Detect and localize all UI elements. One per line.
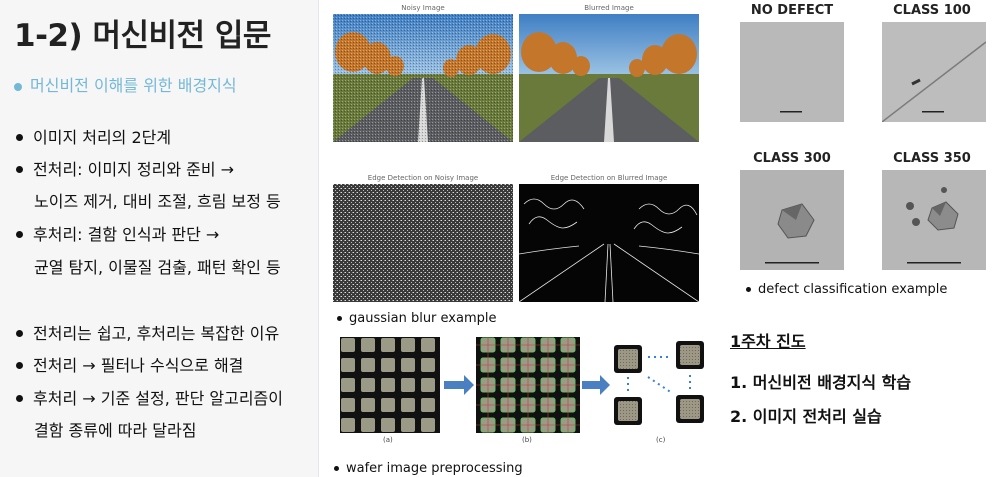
bullet-image-processing-stages: 이미지 처리의 2단계 [16, 124, 171, 148]
class-100-label: CLASS 100 [893, 3, 971, 18]
bullet-dot [334, 466, 339, 471]
progress-item-1: 1. 머신비전 배경지식 학습 [730, 373, 912, 392]
class-350-label: CLASS 350 [893, 151, 971, 166]
progress-title: 1주차 진도 [730, 332, 806, 351]
bullet-text: 전처리: 이미지 정리와 준비 → [33, 160, 235, 179]
bullet-postprocess-detail: 결함 종류에 따라 달라짐 [34, 421, 197, 440]
class-350-image [882, 170, 986, 270]
wafer-preprocessing-figure: (a) (b) (c) [338, 335, 728, 447]
bullet-postprocessing-detail: 균열 탐지, 이물질 검출, 패턴 확인 등 [34, 258, 281, 277]
no-defect-image [740, 22, 844, 122]
wafer-label-c: (c) [656, 436, 666, 444]
wafer-diagram [340, 337, 704, 433]
bullet-text: 후처리: 결함 인식과 판단 → [33, 225, 220, 244]
panel-divider [318, 0, 319, 477]
noisy-image-label: Noisy Image [401, 4, 445, 12]
bullet-dot [16, 330, 23, 337]
bullet-postprocessing: 후처리: 결함 인식과 판단 → [16, 221, 219, 245]
bullet-dot [16, 395, 23, 402]
bullet-dot [746, 287, 751, 292]
bullet-preprocessing: 전처리: 이미지 정리와 준비 → [16, 156, 234, 180]
edge-blurred-label: Edge Detection on Blurred Image [550, 174, 668, 182]
bullet-dot [16, 166, 23, 173]
edge-noisy-image: Edge Detection on Noisy Image [333, 174, 513, 302]
bullet-dot [16, 134, 23, 141]
bullet-dot [16, 362, 23, 369]
noisy-road-image: Noisy Image [333, 4, 513, 142]
bullet-dot [14, 82, 22, 91]
class-100-image [882, 22, 986, 122]
class-300-image [740, 170, 844, 270]
caption-text: gaussian blur example [349, 311, 497, 326]
defect-caption: defect classification example [746, 282, 947, 297]
bullet-why-complex: 전처리는 쉽고, 후처리는 복잡한 이유 [16, 320, 279, 344]
bullet-preprocessing-detail: 노이즈 제거, 대비 조절, 흐림 보정 등 [34, 192, 281, 211]
wafer-label-a: (a) [383, 436, 393, 444]
caption-text: defect classification example [758, 282, 948, 297]
subtitle-text: 머신비전 이해를 위한 배경지식 [30, 76, 237, 95]
progress-item-2: 2. 이미지 전처리 실습 [730, 407, 882, 426]
edge-map-noisy [333, 184, 513, 302]
gaussian-blur-figure: Noisy Image Blurred Image Edge Detection… [333, 4, 705, 304]
bullet-dot [337, 316, 342, 321]
road-photo-noisy [333, 14, 513, 142]
edge-noisy-label: Edge Detection on Noisy Image [367, 174, 479, 182]
class-no-defect-label: NO DEFECT [750, 3, 834, 18]
bullet-text: 전처리는 쉽고, 후처리는 복잡한 이유 [33, 324, 280, 343]
bullet-text: 전처리 → 필터나 수식으로 해결 [33, 356, 244, 375]
section-subtitle: 머신비전 이해를 위한 배경지식 [14, 72, 237, 96]
bullet-postprocess-solution: 후처리 → 기준 설정, 판단 알고리즘이 [16, 385, 283, 409]
road-photo-blurred [519, 14, 699, 142]
gaussian-blur-caption: gaussian blur example [337, 311, 497, 326]
class-300-label: CLASS 300 [753, 151, 831, 166]
caption-text: wafer image preprocessing [346, 461, 523, 476]
wafer-caption: wafer image preprocessing [334, 461, 523, 476]
wafer-label-b: (b) [522, 436, 532, 444]
bullet-text: 이미지 처리의 2단계 [33, 128, 172, 147]
blurred-road-image: Blurred Image [519, 4, 699, 142]
blurred-image-label: Blurred Image [584, 4, 634, 12]
bullet-preprocess-solution: 전처리 → 필터나 수식으로 해결 [16, 352, 243, 376]
edge-map-blurred [519, 184, 699, 302]
edge-blurred-image: Edge Detection on Blurred Image [519, 174, 699, 302]
bullet-text: 후처리 → 기준 설정, 판단 알고리즘이 [33, 389, 284, 408]
page-title: 1-2) 머신비전 입문 [14, 18, 271, 54]
bullet-dot [16, 231, 23, 238]
